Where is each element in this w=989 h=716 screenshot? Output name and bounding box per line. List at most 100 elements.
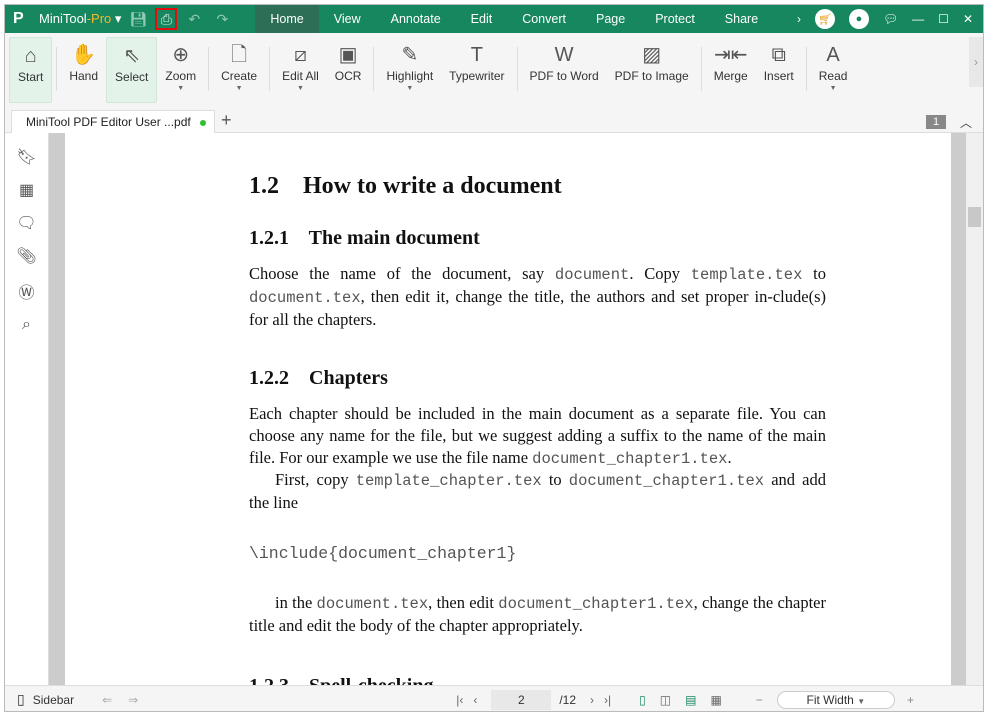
button-label: OCR: [334, 69, 362, 83]
thumbnails-icon[interactable]: ▦: [19, 180, 34, 200]
zoom-icon: ⊕: [172, 44, 190, 66]
next-page-icon[interactable]: ›: [590, 693, 594, 707]
attachment-icon[interactable]: 📎︎: [16, 246, 36, 266]
highlight-icon: ✎: [401, 44, 419, 66]
status-bar: ▯ Sidebar ⇐ ⇒ |‹ ‹ 2 /12 › ›| ▯ ◫ ▤ ▦ − …: [5, 685, 983, 711]
merge-button[interactable]: ⇥⇤ Merge: [706, 37, 756, 103]
menu-tab-share[interactable]: Share: [710, 5, 773, 33]
zoom-select[interactable]: Fit Width ▼: [776, 690, 895, 709]
close-icon[interactable]: ✕: [963, 12, 973, 26]
more-tabs-icon[interactable]: ›: [797, 12, 801, 26]
hand-button[interactable]: ✋ Hand: [61, 37, 106, 103]
undo-icon[interactable]: ↶: [183, 8, 205, 30]
paragraph: Each chapter should be included in the m…: [249, 403, 826, 470]
feedback-icon[interactable]: 💬︎: [883, 12, 898, 26]
button-label: PDF to Image: [614, 69, 689, 83]
app-name[interactable]: MiniTool-Pro ▾: [39, 11, 121, 27]
search-icon[interactable]: ⌕: [22, 316, 31, 334]
text: in the: [275, 593, 317, 612]
comment-icon[interactable]: 🗨︎: [16, 213, 36, 233]
pdf-to-image-button[interactable]: ▨ PDF to Image: [607, 37, 697, 103]
single-page-view-icon[interactable]: ▯: [639, 693, 646, 707]
select-button[interactable]: ⇖ Select: [106, 37, 158, 103]
left-sidebar: 🔖︎ ▦ 🗨︎ 📎︎ Ⓦ ⌕: [5, 133, 49, 685]
cursor-icon: ⇖: [123, 45, 141, 67]
sidebar-label[interactable]: Sidebar: [33, 693, 74, 707]
redo-icon[interactable]: ↷: [211, 8, 233, 30]
ribbon-toolbar: ⌂ Start ✋ Hand ⇖ Select ⊕ Zoom ▼ 🗋 Create ▼ ⧄ Edit Al…: [5, 33, 983, 106]
button-label: Insert: [763, 69, 794, 83]
menu-tab-annotate[interactable]: Annotate: [376, 5, 456, 33]
code-text: document.tex: [249, 289, 361, 307]
typewriter-button[interactable]: T Typewriter: [441, 37, 512, 103]
dropdown-caret-icon: ▼: [235, 85, 243, 92]
start-button[interactable]: ⌂ Start: [9, 37, 53, 103]
pdf-to-word-icon: W: [554, 44, 574, 66]
paragraph: First, copy template_chapter.tex to docu…: [249, 469, 826, 514]
menu-tab-view[interactable]: View: [319, 5, 376, 33]
home-icon: ⌂: [24, 45, 37, 67]
logo-icon: P: [13, 10, 24, 27]
button-label: Read: [818, 69, 848, 83]
button-label: Start: [18, 70, 44, 84]
merge-icon: ⇥⇤: [713, 44, 748, 66]
ocr-button[interactable]: ▣ OCR: [327, 37, 370, 103]
menu-tab-edit[interactable]: Edit: [456, 5, 508, 33]
zoom-out-icon[interactable]: −: [756, 693, 763, 707]
document-tab[interactable]: MiniTool PDF Editor User ...pdf: [11, 110, 215, 134]
text: . Copy: [629, 264, 691, 283]
print-icon[interactable]: ⎙: [155, 8, 178, 30]
new-tab-button[interactable]: +: [221, 110, 232, 131]
ribbon-scroll-right-icon[interactable]: ›: [969, 37, 983, 87]
vertical-scrollbar[interactable]: [966, 133, 983, 685]
dropdown-caret-icon: ▼: [177, 85, 185, 92]
page-number-input[interactable]: 2: [491, 689, 552, 710]
code-text: document: [554, 266, 630, 284]
back-icon[interactable]: ⇐: [102, 693, 112, 707]
divider: [56, 47, 58, 91]
code-line: \include{document_chapter1}: [249, 544, 517, 563]
cart-icon[interactable]: 🛒︎: [814, 9, 835, 29]
two-page-view-icon[interactable]: ◫: [660, 693, 671, 707]
sidebar-toggle-icon[interactable]: ▯: [17, 691, 25, 708]
menu-tab-convert[interactable]: Convert: [507, 5, 581, 33]
account-icon[interactable]: ●: [848, 9, 869, 29]
page-total: /12: [559, 692, 577, 707]
menu-tab-protect[interactable]: Protect: [640, 5, 710, 33]
menu-tab-page[interactable]: Page: [581, 5, 640, 33]
first-page-icon[interactable]: |‹: [456, 693, 463, 707]
continuous-view-icon[interactable]: ▤: [685, 693, 696, 707]
code-text: document_chapter1.tex: [532, 450, 728, 468]
edit-all-button[interactable]: ⧄ Edit All ▼: [274, 37, 327, 103]
read-aloud-icon: A: [826, 44, 840, 66]
maximize-icon[interactable]: ☐: [938, 12, 949, 26]
read-button[interactable]: A Read ▼: [811, 37, 856, 103]
button-label: Merge: [713, 69, 748, 83]
button-label: Create: [221, 69, 258, 83]
pdf-to-word-button[interactable]: W PDF to Word: [522, 37, 607, 103]
save-icon[interactable]: 💾︎: [127, 8, 149, 30]
bookmark-icon[interactable]: 🔖︎: [16, 147, 36, 167]
last-page-icon[interactable]: ›|: [604, 693, 611, 707]
dropdown-caret-icon: ▼: [296, 85, 304, 92]
text: .: [727, 448, 732, 467]
forward-icon[interactable]: ⇒: [128, 693, 138, 707]
collapse-ribbon-icon[interactable]: ︿: [960, 114, 972, 131]
zoom-in-icon[interactable]: +: [907, 693, 914, 707]
create-button[interactable]: 🗋 Create ▼: [213, 37, 265, 103]
scroll-thumb[interactable]: [968, 207, 981, 227]
menu-tab-home[interactable]: Home: [255, 5, 319, 33]
text: First, copy: [275, 470, 356, 489]
code-text: document.tex: [316, 595, 429, 613]
edit-icon: ⧄: [294, 44, 307, 66]
prev-page-icon[interactable]: ‹: [473, 693, 477, 707]
insert-button[interactable]: ⧉ Insert: [756, 37, 802, 103]
divider: [208, 47, 210, 91]
zoom-button[interactable]: ⊕ Zoom ▼: [157, 37, 204, 103]
highlight-button[interactable]: ✎ Highlight ▼: [378, 37, 441, 103]
menu-bar: Home View Annotate Edit Convert Page Protect Sh…: [255, 5, 773, 33]
divider: [700, 47, 702, 91]
grid-view-icon[interactable]: ▦: [710, 693, 721, 707]
minimize-icon[interactable]: —: [912, 12, 924, 26]
word-icon[interactable]: Ⓦ: [18, 279, 34, 303]
